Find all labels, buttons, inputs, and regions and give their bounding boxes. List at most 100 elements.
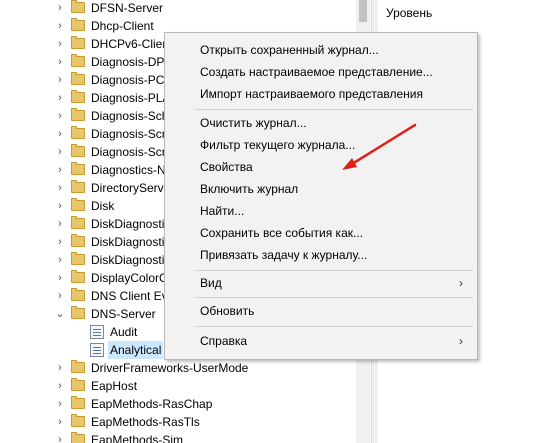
folder-icon — [71, 36, 85, 49]
chevron-down-icon[interactable]: ⌄ — [54, 305, 66, 323]
folder-icon — [71, 72, 85, 85]
tree-item-label: EapMethods-RasChap — [91, 397, 213, 411]
chevron-right-icon[interactable]: › — [54, 197, 66, 215]
chevron-right-icon[interactable]: › — [54, 161, 66, 179]
chevron-right-icon[interactable]: › — [54, 53, 66, 71]
folder-icon — [71, 54, 85, 67]
folder-icon — [71, 432, 85, 443]
event-log-icon — [90, 343, 104, 357]
chevron-right-icon[interactable]: › — [54, 35, 66, 53]
folder-icon — [71, 360, 85, 373]
tree-item-label: DriverFrameworks-UserMode — [91, 361, 249, 375]
folder-icon — [71, 414, 85, 427]
menu-item-open-saved-log[interactable]: Открыть сохраненный журнал... — [165, 40, 477, 61]
menu-separator — [195, 270, 473, 271]
menu-item-label: Фильтр текущего журнала... — [200, 138, 356, 152]
folder-open-icon — [71, 306, 85, 319]
tree-item-driverframeworks-usermode[interactable]: › DriverFrameworks-UserMode — [0, 359, 360, 377]
submenu-arrow-icon: › — [459, 276, 463, 290]
menu-item-clear-log[interactable]: Очистить журнал... — [165, 113, 477, 134]
folder-icon — [71, 90, 85, 103]
tree-item-label: Disk — [91, 199, 115, 213]
tree-item-label: EapHost — [91, 379, 138, 393]
chevron-right-icon[interactable]: › — [54, 143, 66, 161]
folder-icon — [71, 162, 85, 175]
menu-item-properties[interactable]: Свойства — [165, 157, 477, 178]
menu-item-label: Вид — [200, 276, 222, 290]
chevron-right-icon[interactable]: › — [54, 215, 66, 233]
chevron-right-icon[interactable]: › — [54, 413, 66, 431]
folder-icon — [71, 108, 85, 121]
tree-item-label: Diagnosis-PLA — [91, 91, 171, 105]
context-menu: Открыть сохраненный журнал... Создать на… — [164, 32, 478, 360]
folder-icon — [71, 378, 85, 391]
menu-item-attach-task-to-log[interactable]: Привязать задачу к журналу... — [165, 245, 477, 266]
folder-icon — [71, 270, 85, 283]
menu-item-label: Привязать задачу к журналу... — [200, 248, 368, 262]
chevron-right-icon[interactable]: › — [54, 0, 66, 17]
tree-item-label: DiskDiagnostic — [91, 235, 171, 249]
folder-icon — [71, 18, 85, 31]
menu-item-save-all-events-as[interactable]: Сохранить все события как... — [165, 223, 477, 244]
menu-item-label: Справка — [200, 334, 248, 348]
tree-item-label: DiskDiagnostic — [91, 217, 171, 231]
menu-item-refresh[interactable]: Обновить — [165, 301, 477, 322]
scrollbar-thumb[interactable] — [359, 0, 367, 22]
tree-item-eapmethods-rastls[interactable]: › EapMethods-RasTls — [0, 413, 360, 431]
tree-item-label: DFSN-Server — [91, 1, 164, 15]
menu-item-label: Импорт настраиваемого представления — [200, 87, 423, 101]
chevron-right-icon[interactable]: › — [54, 431, 66, 443]
tree-item-dfsn-server[interactable]: › DFSN-Server — [0, 0, 360, 17]
chevron-right-icon[interactable]: › — [54, 395, 66, 413]
tree-item-label: DiskDiagnostic — [91, 253, 171, 267]
column-header-level[interactable]: Уровень — [386, 6, 432, 20]
chevron-right-icon[interactable]: › — [54, 107, 66, 125]
menu-item-create-custom-view[interactable]: Создать настраиваемое представление... — [165, 62, 477, 83]
menu-item-label: Включить журнал — [200, 182, 299, 196]
folder-icon — [71, 396, 85, 409]
menu-item-label: Очистить журнал... — [200, 116, 307, 130]
submenu-arrow-icon: › — [459, 334, 463, 348]
folder-icon — [71, 216, 85, 229]
tree-item-eapmethods-sim[interactable]: › EapMethods-Sim — [0, 431, 360, 443]
menu-separator — [195, 109, 473, 110]
menu-item-filter-current-log[interactable]: Фильтр текущего журнала... — [165, 135, 477, 156]
folder-icon — [71, 234, 85, 247]
chevron-right-icon[interactable]: › — [54, 125, 66, 143]
chevron-right-icon[interactable]: › — [54, 179, 66, 197]
menu-separator — [195, 326, 473, 327]
tree-item-label: Dhcp-Client — [91, 19, 154, 33]
chevron-right-icon[interactable]: › — [54, 359, 66, 377]
menu-item-view[interactable]: Вид › — [165, 273, 477, 294]
folder-icon — [71, 180, 85, 193]
menu-item-label: Обновить — [200, 304, 255, 318]
tree-item-eapmethods-raschap[interactable]: › EapMethods-RasChap — [0, 395, 360, 413]
chevron-right-icon[interactable]: › — [54, 89, 66, 107]
menu-item-label: Открыть сохраненный журнал... — [200, 43, 379, 57]
menu-item-import-custom-view[interactable]: Импорт настраиваемого представления — [165, 84, 477, 105]
tree-item-eaphost[interactable]: › EapHost — [0, 377, 360, 395]
event-log-icon — [90, 325, 104, 339]
tree-item-label: EapMethods-Sim — [91, 433, 184, 443]
folder-icon — [71, 288, 85, 301]
chevron-right-icon[interactable]: › — [54, 17, 66, 35]
menu-separator — [195, 297, 473, 298]
folder-icon — [71, 126, 85, 139]
tree-item-label: Diagnosis-DPS — [91, 55, 173, 69]
folder-icon — [71, 0, 85, 13]
tree-item-label: Audit — [110, 325, 138, 339]
menu-item-find[interactable]: Найти... — [165, 201, 477, 222]
chevron-right-icon[interactable]: › — [54, 269, 66, 287]
chevron-right-icon[interactable]: › — [54, 377, 66, 395]
menu-item-enable-log[interactable]: Включить журнал — [165, 179, 477, 200]
tree-item-label: EapMethods-RasTls — [91, 415, 200, 429]
chevron-right-icon[interactable]: › — [54, 287, 66, 305]
chevron-right-icon[interactable]: › — [54, 71, 66, 89]
chevron-right-icon[interactable]: › — [54, 233, 66, 251]
menu-item-label: Сохранить все события как... — [200, 226, 363, 240]
menu-item-help[interactable]: Справка › — [165, 331, 477, 352]
menu-item-label: Найти... — [200, 204, 245, 218]
folder-icon — [71, 198, 85, 211]
menu-item-label: Свойства — [200, 160, 253, 174]
chevron-right-icon[interactable]: › — [54, 251, 66, 269]
